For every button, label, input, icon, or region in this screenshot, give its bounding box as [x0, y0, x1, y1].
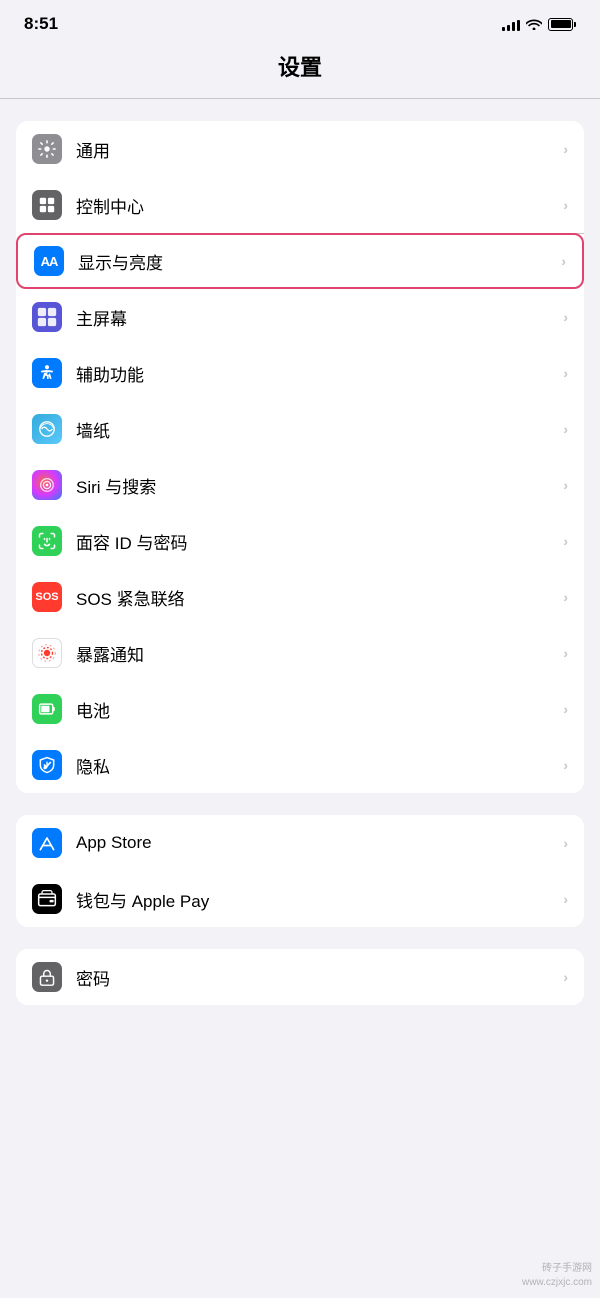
settings-group-1: 通用 › 控制中心 › AA 显示与亮度 ›	[16, 121, 584, 793]
privacy-icon	[32, 750, 62, 780]
privacy-label: 隐私	[76, 753, 563, 778]
battery-label: 电池	[76, 697, 563, 722]
control-center-chevron: ›	[563, 197, 568, 213]
settings-item-sos[interactable]: SOS SOS 紧急联络 ›	[16, 569, 584, 625]
exposure-icon	[32, 638, 62, 668]
watermark: 砖子手游网www.czjxjc.com	[522, 1262, 592, 1290]
display-label: 显示与亮度	[78, 249, 561, 274]
accessibility-chevron: ›	[563, 365, 568, 381]
display-chevron: ›	[561, 253, 566, 269]
control-center-label: 控制中心	[76, 193, 563, 218]
title-divider	[0, 98, 600, 99]
settings-item-general[interactable]: 通用 ›	[16, 121, 584, 177]
wifi-icon	[526, 18, 542, 30]
faceid-label: 面容 ID 与密码	[76, 529, 563, 554]
settings-item-appstore[interactable]: App Store ›	[16, 815, 584, 871]
signal-icon	[502, 18, 520, 31]
general-label: 通用	[76, 137, 563, 162]
appstore-chevron: ›	[563, 835, 568, 851]
faceid-chevron: ›	[563, 533, 568, 549]
password-icon	[32, 962, 62, 992]
settings-item-battery[interactable]: 电池 ›	[16, 681, 584, 737]
sos-chevron: ›	[563, 589, 568, 605]
wallet-chevron: ›	[563, 891, 568, 907]
settings-item-exposure[interactable]: 暴露通知 ›	[16, 625, 584, 681]
settings-item-display[interactable]: AA 显示与亮度 ›	[16, 233, 584, 289]
general-icon	[32, 134, 62, 164]
wallet-icon	[32, 884, 62, 914]
appstore-label: App Store	[76, 833, 563, 853]
settings-item-wallet[interactable]: 钱包与 Apple Pay ›	[16, 871, 584, 927]
wallpaper-chevron: ›	[563, 421, 568, 437]
status-bar: 8:51	[0, 0, 600, 42]
page-title: 设置	[278, 55, 322, 80]
siri-label: Siri 与搜索	[76, 473, 563, 498]
siri-chevron: ›	[563, 477, 568, 493]
page-title-bar: 设置	[0, 42, 600, 98]
settings-item-accessibility[interactable]: 辅助功能 ›	[16, 345, 584, 401]
wallet-label: 钱包与 Apple Pay	[76, 887, 563, 912]
exposure-label: 暴露通知	[76, 641, 563, 666]
settings-item-password[interactable]: 密码 ›	[16, 949, 584, 1005]
privacy-chevron: ›	[563, 757, 568, 773]
faceid-icon	[32, 526, 62, 556]
status-time: 8:51	[24, 14, 58, 34]
siri-icon	[32, 470, 62, 500]
homescreen-chevron: ›	[563, 309, 568, 325]
accessibility-icon	[32, 358, 62, 388]
general-chevron: ›	[563, 141, 568, 157]
settings-group-3: 密码 ›	[16, 949, 584, 1005]
sos-label: SOS 紧急联络	[76, 585, 563, 610]
settings-item-wallpaper[interactable]: 墙纸 ›	[16, 401, 584, 457]
accessibility-label: 辅助功能	[76, 361, 563, 386]
battery-icon	[548, 18, 576, 31]
appstore-icon	[32, 828, 62, 858]
sos-icon: SOS	[32, 582, 62, 612]
settings-item-control-center[interactable]: 控制中心 ›	[16, 177, 584, 233]
homescreen-icon	[32, 302, 62, 332]
password-chevron: ›	[563, 969, 568, 985]
settings-item-siri[interactable]: Siri 与搜索 ›	[16, 457, 584, 513]
settings-item-privacy[interactable]: 隐私 ›	[16, 737, 584, 793]
wallpaper-icon	[32, 414, 62, 444]
battery-chevron: ›	[563, 701, 568, 717]
homescreen-label: 主屏幕	[76, 305, 563, 330]
settings-item-homescreen[interactable]: 主屏幕 ›	[16, 289, 584, 345]
display-icon: AA	[34, 246, 64, 276]
control-center-icon	[32, 190, 62, 220]
password-label: 密码	[76, 965, 563, 990]
settings-item-faceid[interactable]: 面容 ID 与密码 ›	[16, 513, 584, 569]
status-icons	[502, 18, 576, 31]
settings-group-2: App Store › 钱包与 Apple Pay ›	[16, 815, 584, 927]
exposure-chevron: ›	[563, 645, 568, 661]
wallpaper-label: 墙纸	[76, 417, 563, 442]
battery-settings-icon	[32, 694, 62, 724]
